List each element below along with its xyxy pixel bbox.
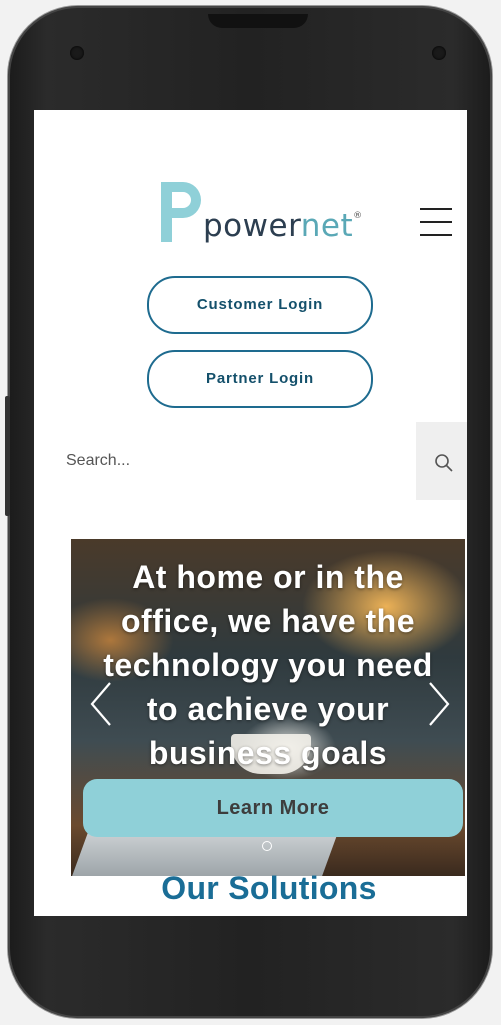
carousel-dot[interactable] — [262, 841, 272, 851]
hamburger-line — [420, 234, 452, 236]
search-icon — [435, 454, 453, 472]
chevron-right-icon[interactable] — [424, 679, 454, 729]
powernet-logo[interactable]: powernet® — [161, 180, 371, 250]
powernet-logo-mark-icon — [161, 182, 201, 242]
hero-headline: At home or in the office, we have the te… — [103, 559, 433, 771]
hamburger-line — [420, 208, 452, 210]
front-sensor-dot — [70, 46, 84, 60]
phone-screen: powernet® Customer Login Partner Login A… — [34, 110, 467, 916]
phone-top-rim — [208, 14, 308, 28]
front-camera-dot — [432, 46, 446, 60]
search-input[interactable] — [66, 422, 406, 500]
logo-wordmark-a: power — [203, 208, 301, 244]
search-bar — [34, 422, 467, 500]
hamburger-line — [420, 221, 452, 223]
phone-frame: powernet® Customer Login Partner Login A… — [5, 6, 492, 1018]
search-button[interactable] — [416, 422, 467, 500]
volume-button — [5, 396, 10, 516]
registered-mark: ® — [353, 211, 363, 221]
chevron-left-icon[interactable] — [86, 679, 116, 729]
logo-wordmark: powernet® — [203, 208, 363, 244]
logo-wordmark-b: net — [300, 208, 354, 244]
section-title-our-solutions: Our Solutions — [161, 870, 377, 906]
partner-login-button[interactable]: Partner Login — [147, 350, 373, 408]
learn-more-button[interactable]: Learn More — [83, 779, 463, 837]
hero-carousel: At home or in the office, we have the te… — [71, 539, 465, 876]
hamburger-menu-icon[interactable] — [420, 208, 454, 238]
customer-login-button[interactable]: Customer Login — [147, 276, 373, 334]
